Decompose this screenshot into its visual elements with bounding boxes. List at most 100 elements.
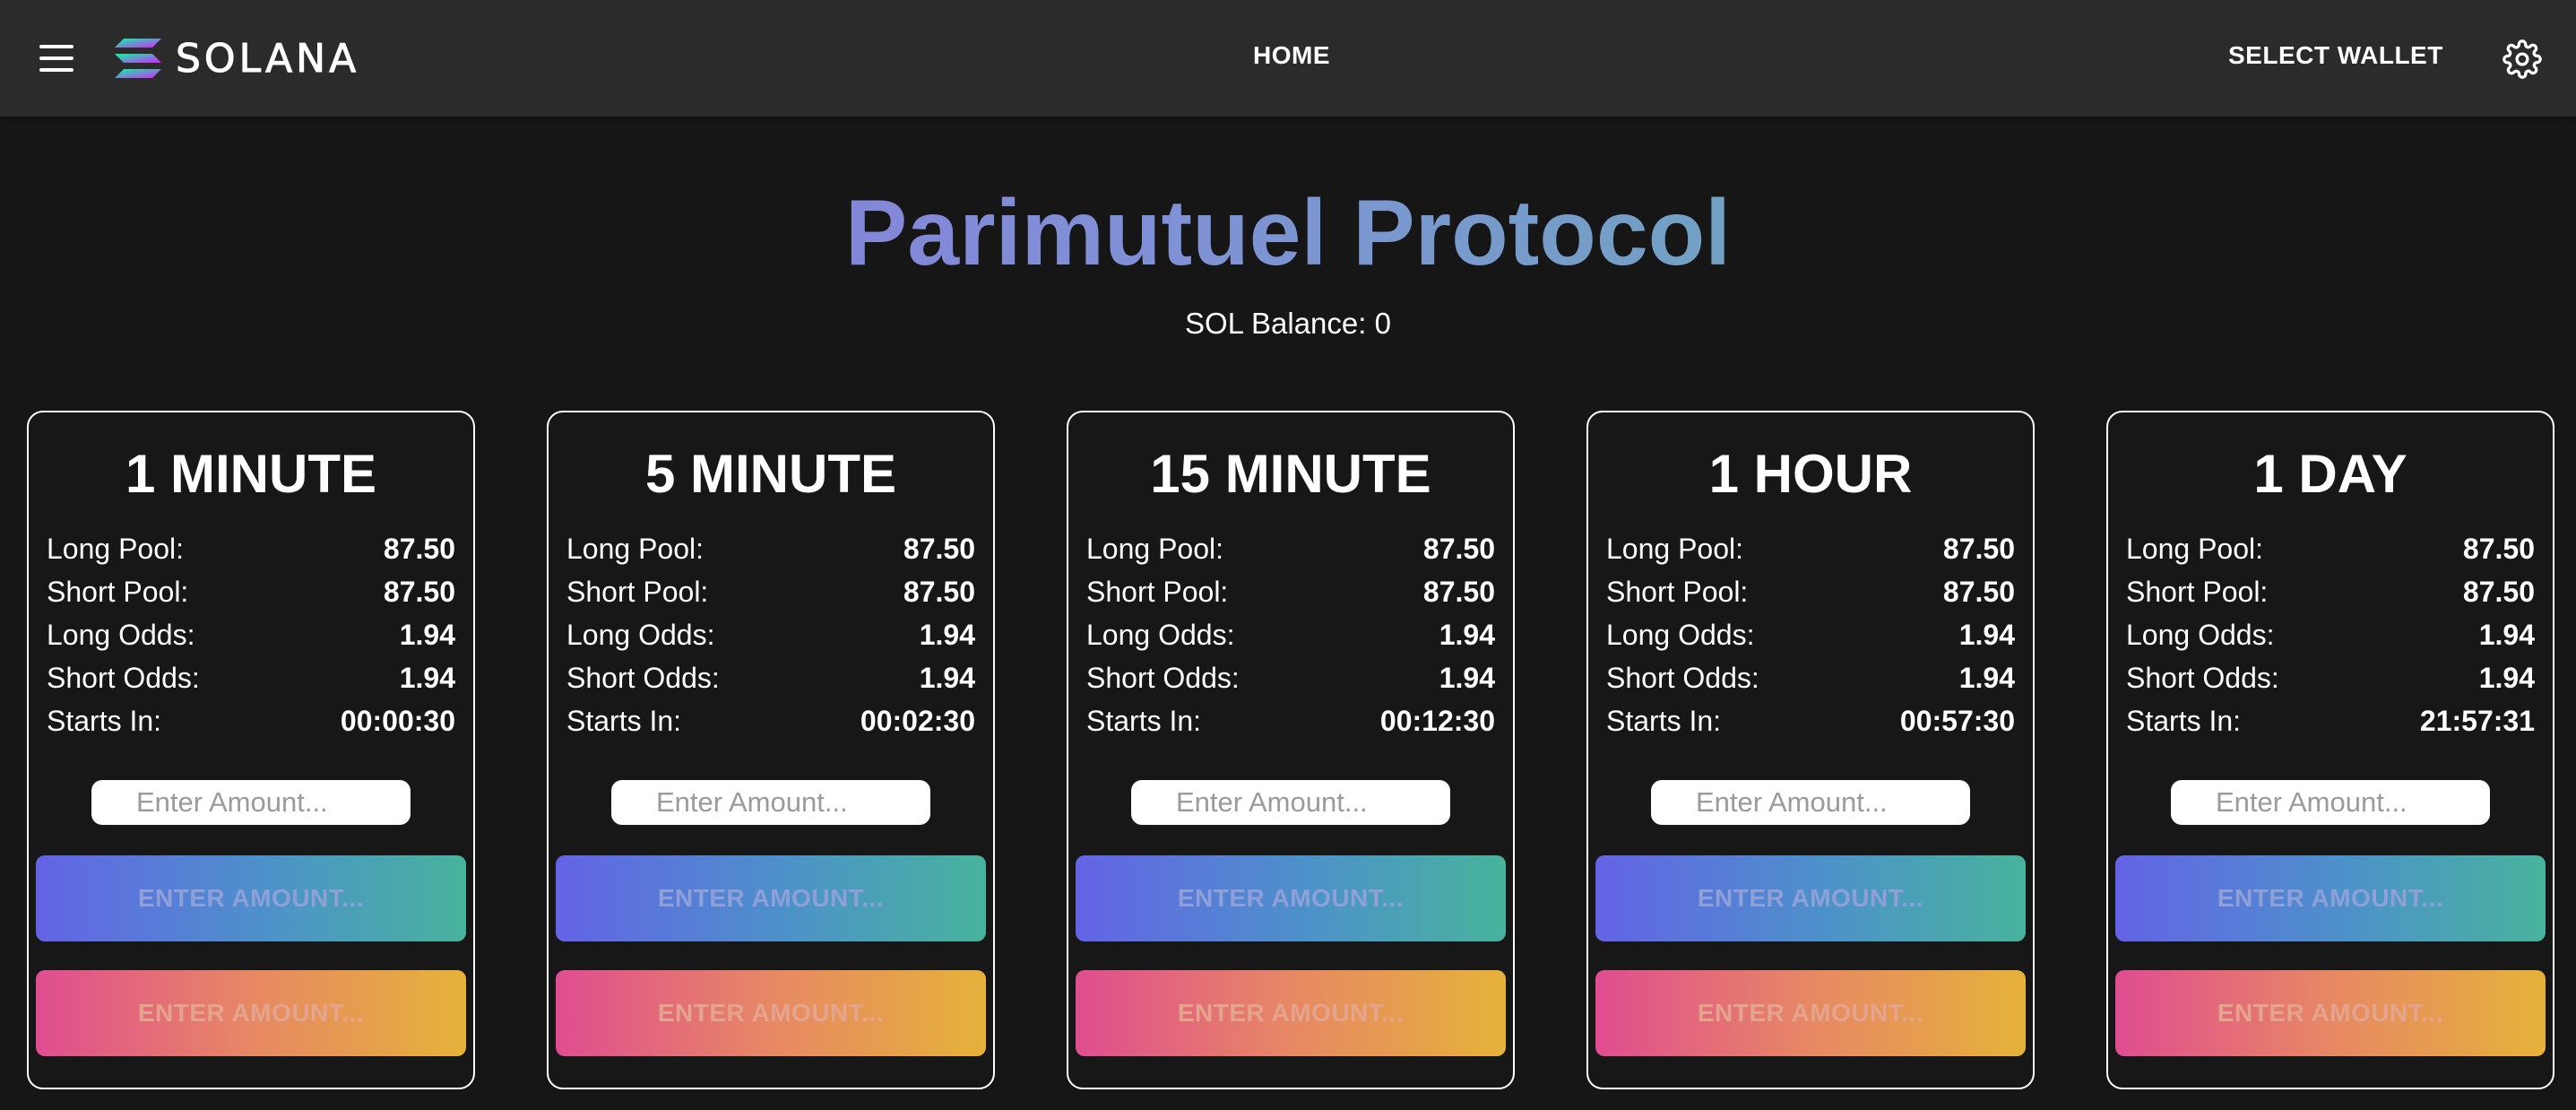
- short-pool-label: Short Pool:: [1606, 575, 1749, 608]
- long-pool-value: 87.50: [1942, 532, 2015, 565]
- short-odds-label: Short Odds:: [47, 661, 200, 694]
- long-pool-value: 87.50: [903, 532, 975, 565]
- starts-in-row: Starts In: 00:00:30: [47, 701, 455, 741]
- short-odds-row: Short Odds: 1.94: [1086, 658, 1495, 698]
- long-odds-value: 1.94: [1958, 618, 2015, 651]
- starts-in-label: Starts In:: [566, 704, 682, 737]
- long-pool-label: Long Pool:: [47, 532, 185, 565]
- short-odds-label: Short Odds:: [1086, 661, 1240, 694]
- short-pool-row: Short Pool: 87.50: [1606, 572, 2015, 611]
- short-odds-value: 1.94: [1439, 661, 1495, 694]
- short-bet-button[interactable]: ENTER AMOUNT...: [36, 970, 466, 1056]
- starts-in-row: Starts In: 00:12:30: [1086, 701, 1495, 741]
- page-title: Parimutuel Protocol: [0, 179, 2576, 287]
- long-odds-row: Long Odds: 1.94: [566, 615, 975, 655]
- short-pool-value: 87.50: [903, 575, 975, 608]
- short-pool-row: Short Pool: 87.50: [47, 572, 455, 611]
- starts-in-row: Starts In: 21:57:31: [2126, 701, 2535, 741]
- top-navbar: SOLANA HOME SELECT WALLET: [0, 0, 2576, 117]
- long-odds-label: Long Odds:: [1086, 618, 1235, 651]
- long-odds-row: Long Odds: 1.94: [47, 615, 455, 655]
- short-pool-label: Short Pool:: [2126, 575, 2269, 608]
- starts-in-value: 21:57:31: [2419, 704, 2535, 737]
- long-odds-value: 1.94: [2478, 618, 2535, 651]
- short-pool-row: Short Pool: 87.50: [2126, 572, 2535, 611]
- short-odds-row: Short Odds: 1.94: [566, 658, 975, 698]
- long-odds-label: Long Odds:: [566, 618, 715, 651]
- long-bet-button[interactable]: ENTER AMOUNT...: [36, 855, 466, 941]
- short-odds-row: Short Odds: 1.94: [2126, 658, 2535, 698]
- short-pool-label: Short Pool:: [1086, 575, 1229, 608]
- amount-input[interactable]: [611, 780, 930, 825]
- short-odds-label: Short Odds:: [566, 661, 720, 694]
- brand-name: SOLANA: [175, 35, 360, 82]
- long-odds-row: Long Odds: 1.94: [2126, 615, 2535, 655]
- market-title: 5 MINUTE: [644, 444, 897, 504]
- short-bet-button[interactable]: ENTER AMOUNT...: [556, 970, 986, 1056]
- market-title: 1 HOUR: [1708, 444, 1913, 504]
- long-pool-row: Long Pool: 87.50: [2126, 529, 2535, 568]
- amount-input[interactable]: [1131, 780, 1450, 825]
- long-pool-value: 87.50: [383, 532, 455, 565]
- short-bet-button[interactable]: ENTER AMOUNT...: [1076, 970, 1506, 1056]
- starts-in-row: Starts In: 00:57:30: [1606, 701, 2015, 741]
- long-pool-label: Long Pool:: [2126, 532, 2264, 565]
- short-odds-value: 1.94: [1958, 661, 2015, 694]
- short-pool-value: 87.50: [383, 575, 455, 608]
- short-odds-value: 1.94: [919, 661, 975, 694]
- nav-home-link[interactable]: HOME: [1253, 41, 1330, 70]
- long-odds-label: Long Odds:: [1606, 618, 1755, 651]
- long-pool-row: Long Pool: 87.50: [1606, 529, 2015, 568]
- long-odds-value: 1.94: [1439, 618, 1495, 651]
- short-odds-row: Short Odds: 1.94: [47, 658, 455, 698]
- long-bet-button[interactable]: ENTER AMOUNT...: [1595, 855, 2026, 941]
- long-pool-row: Long Pool: 87.50: [1086, 529, 1495, 568]
- starts-in-value: 00:02:30: [860, 704, 975, 737]
- short-pool-label: Short Pool:: [47, 575, 189, 608]
- long-pool-value: 87.50: [2462, 532, 2535, 565]
- short-pool-value: 87.50: [2462, 575, 2535, 608]
- market-card-1: 1 MINUTE Long Pool: 87.50 Short Pool: 87…: [27, 411, 475, 1089]
- starts-in-label: Starts In:: [1606, 704, 1722, 737]
- long-odds-label: Long Odds:: [47, 618, 195, 651]
- amount-input[interactable]: [2171, 780, 2490, 825]
- long-odds-row: Long Odds: 1.94: [1606, 615, 2015, 655]
- starts-in-value: 00:57:30: [1899, 704, 2015, 737]
- hamburger-menu-icon[interactable]: [39, 45, 73, 74]
- gear-icon[interactable]: [2503, 39, 2542, 79]
- market-title: 15 MINUTE: [1150, 444, 1431, 504]
- market-card-4: 1 HOUR Long Pool: 87.50 Short Pool: 87.5…: [1586, 411, 2035, 1089]
- long-odds-row: Long Odds: 1.94: [1086, 615, 1495, 655]
- short-bet-button[interactable]: ENTER AMOUNT...: [1595, 970, 2026, 1056]
- market-title: 1 MINUTE: [125, 444, 377, 504]
- starts-in-value: 00:12:30: [1379, 704, 1495, 737]
- short-odds-label: Short Odds:: [1606, 661, 1759, 694]
- long-pool-row: Long Pool: 87.50: [566, 529, 975, 568]
- long-odds-value: 1.94: [919, 618, 975, 651]
- market-title: 1 DAY: [2253, 444, 2407, 504]
- short-odds-value: 1.94: [399, 661, 455, 694]
- short-odds-row: Short Odds: 1.94: [1606, 658, 2015, 698]
- starts-in-label: Starts In:: [1086, 704, 1202, 737]
- solana-logo[interactable]: SOLANA: [115, 35, 360, 82]
- short-pool-value: 87.50: [1942, 575, 2015, 608]
- short-odds-label: Short Odds:: [2126, 661, 2279, 694]
- short-pool-value: 87.50: [1422, 575, 1495, 608]
- long-odds-label: Long Odds:: [2126, 618, 2275, 651]
- short-pool-label: Short Pool:: [566, 575, 709, 608]
- long-pool-label: Long Pool:: [1086, 532, 1224, 565]
- select-wallet-button[interactable]: SELECT WALLET: [2228, 41, 2443, 70]
- amount-input[interactable]: [91, 780, 411, 825]
- starts-in-row: Starts In: 00:02:30: [566, 701, 975, 741]
- long-pool-label: Long Pool:: [1606, 532, 1744, 565]
- short-pool-row: Short Pool: 87.50: [1086, 572, 1495, 611]
- amount-input[interactable]: [1651, 780, 1970, 825]
- short-pool-row: Short Pool: 87.50: [566, 572, 975, 611]
- long-bet-button[interactable]: ENTER AMOUNT...: [2115, 855, 2546, 941]
- solana-logo-icon: [115, 39, 161, 78]
- short-bet-button[interactable]: ENTER AMOUNT...: [2115, 970, 2546, 1056]
- long-pool-label: Long Pool:: [566, 532, 705, 565]
- long-bet-button[interactable]: ENTER AMOUNT...: [1076, 855, 1506, 941]
- long-bet-button[interactable]: ENTER AMOUNT...: [556, 855, 986, 941]
- short-odds-value: 1.94: [2478, 661, 2535, 694]
